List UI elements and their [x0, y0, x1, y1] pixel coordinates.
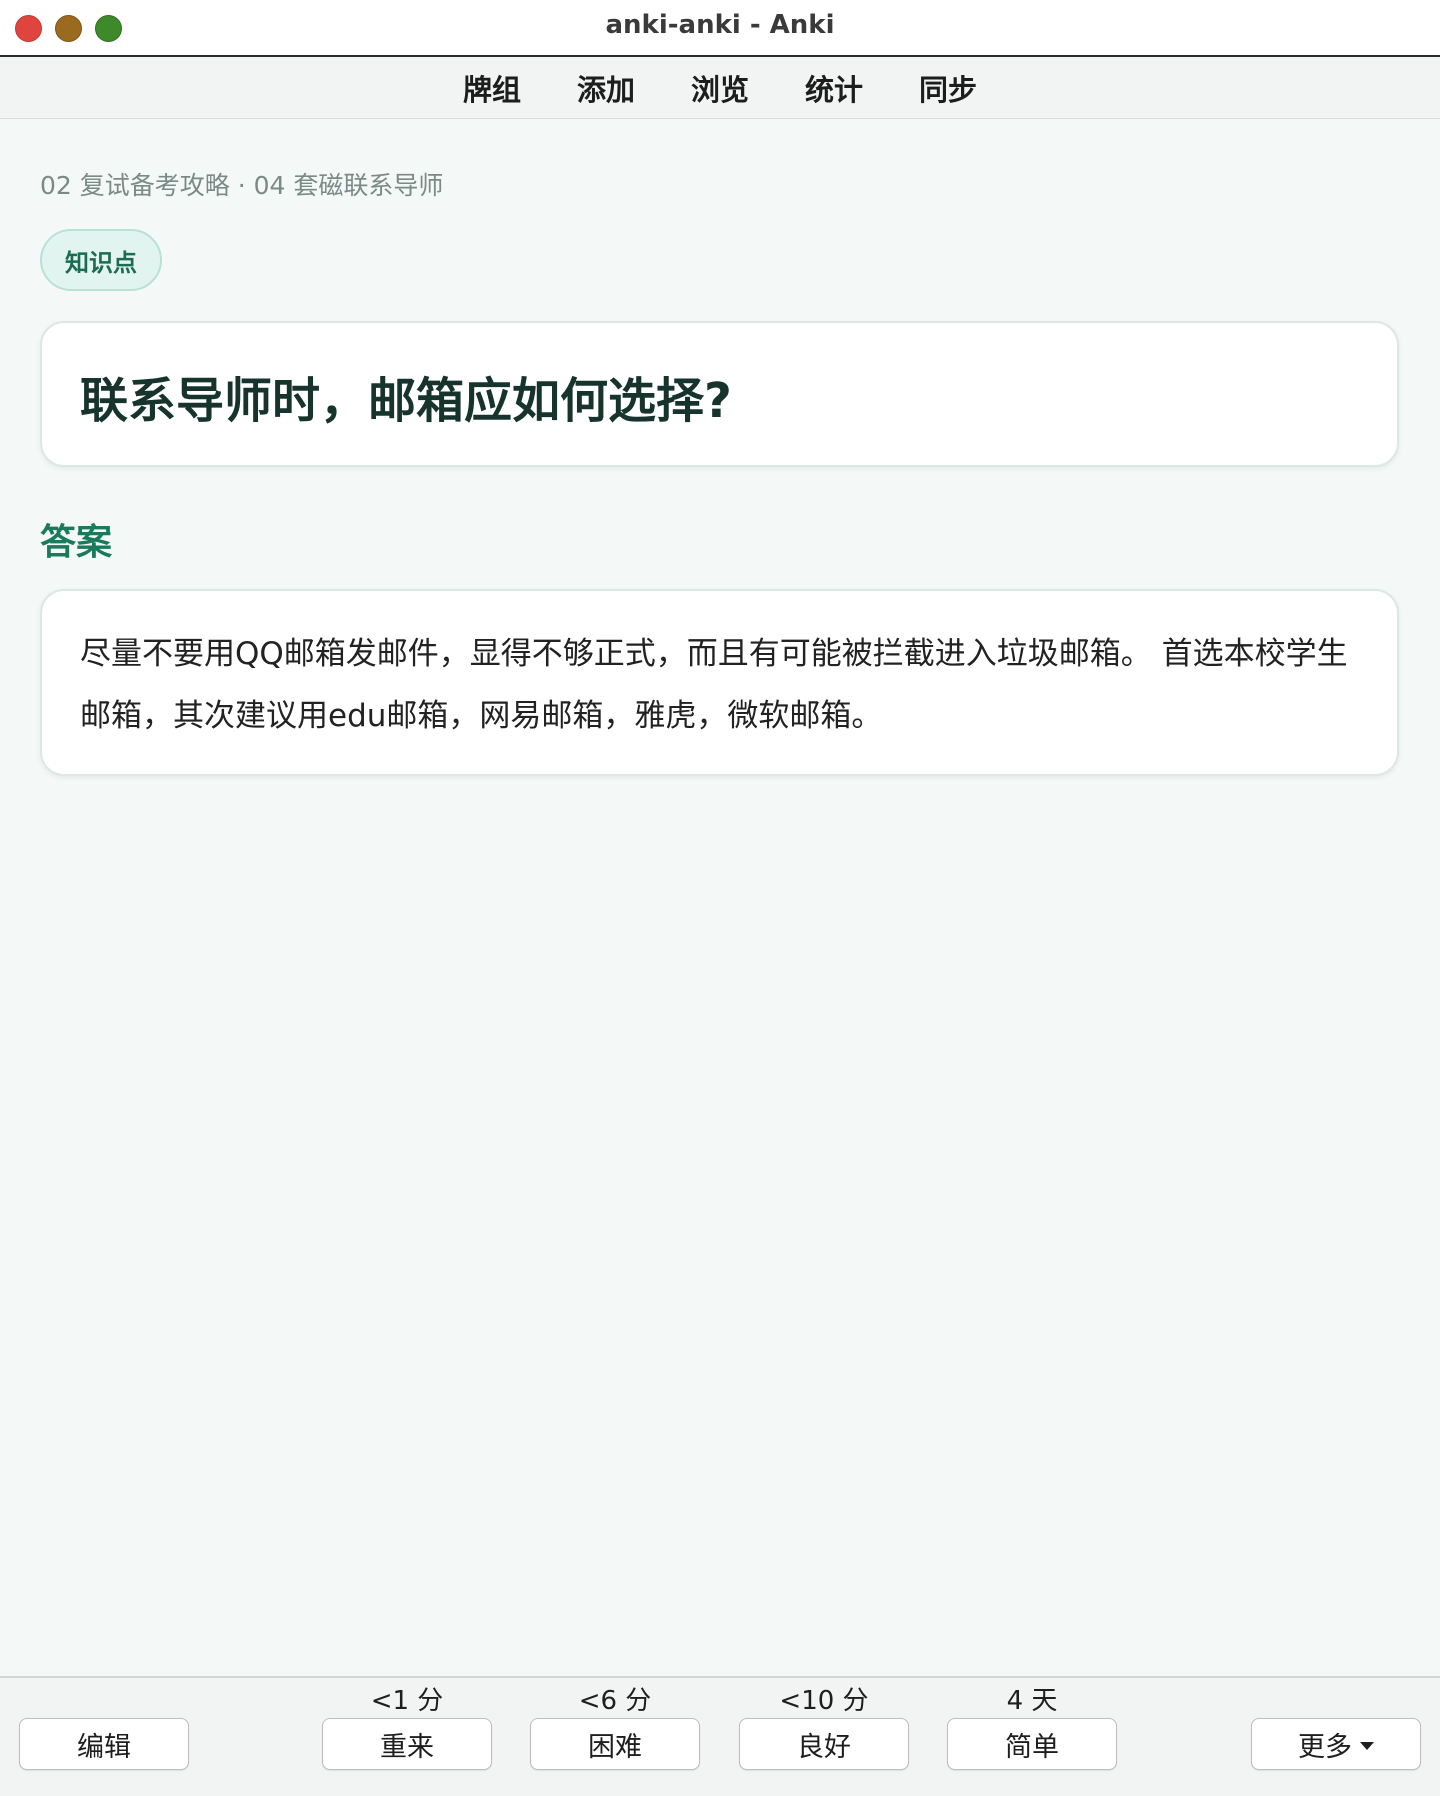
edit-button[interactable]: 编辑: [19, 1718, 189, 1770]
answer-heading: 答案: [40, 522, 113, 563]
menu-add[interactable]: 添加: [577, 67, 635, 109]
hard-interval: <6 分: [578, 1686, 652, 1716]
good-button-label: 良好: [797, 1731, 851, 1763]
good-button[interactable]: 良好: [739, 1718, 909, 1770]
again-button[interactable]: 重来: [322, 1718, 492, 1770]
easy-button[interactable]: 简单: [947, 1718, 1117, 1770]
answer-card: 尽量不要用QQ邮箱发邮件，显得不够正式，而且有可能被拦截进入垃圾邮箱。 首选本校…: [40, 589, 1399, 776]
hard-button-label: 困难: [588, 1731, 642, 1763]
question-card: 联系导师时，邮箱应如何选择?: [40, 321, 1399, 467]
top-menu: 牌组 添加 浏览 统计 同步: [0, 57, 1440, 119]
card-tag-badge: 知识点: [40, 229, 162, 291]
question-text: 联系导师时，邮箱应如何选择?: [80, 373, 732, 429]
deck-breadcrumb: 02 复试备考攻略 · 04 套磁联系导师: [40, 171, 444, 200]
menu-decks[interactable]: 牌组: [463, 67, 521, 109]
answer-text: 尽量不要用QQ邮箱发邮件，显得不够正式，而且有可能被拦截进入垃圾邮箱。 首选本校…: [80, 636, 1348, 734]
menu-stats[interactable]: 统计: [805, 67, 863, 109]
more-button-label: 更多: [1298, 1731, 1352, 1763]
good-interval: <10 分: [779, 1686, 869, 1716]
review-bottom-bar: 编辑 <1 分 重来 <6 分 困难 <10 分 良好 4 天 简单 更多: [0, 1676, 1440, 1796]
hard-button[interactable]: 困难: [530, 1718, 700, 1770]
again-interval: <1 分: [370, 1686, 444, 1716]
easy-interval: 4 天: [1006, 1686, 1058, 1716]
more-button[interactable]: 更多: [1251, 1718, 1421, 1770]
chevron-down-icon: [1360, 1742, 1374, 1750]
anki-window: anki-anki - Anki 牌组 添加 浏览 统计 同步 02 复试备考攻…: [0, 0, 1440, 1796]
menu-browse[interactable]: 浏览: [691, 67, 749, 109]
edit-button-label: 编辑: [77, 1731, 131, 1763]
menu-sync[interactable]: 同步: [919, 67, 977, 109]
again-button-label: 重来: [380, 1731, 434, 1763]
easy-button-label: 简单: [1005, 1731, 1059, 1763]
window-title: anki-anki - Anki: [605, 10, 835, 40]
title-bar: anki-anki - Anki: [0, 0, 1440, 57]
